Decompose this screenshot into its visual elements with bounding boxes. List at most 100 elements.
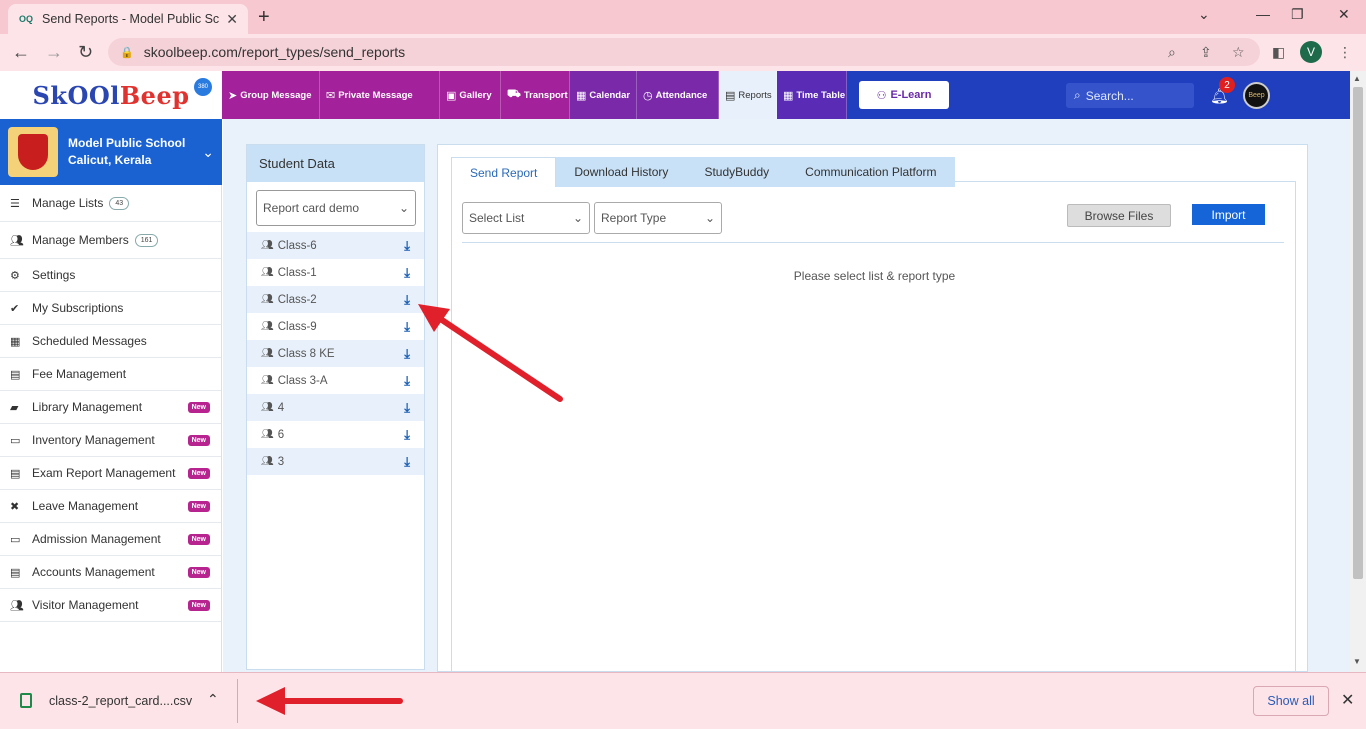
search-icon: ⌕	[1074, 88, 1081, 102]
scroll-down-icon[interactable]: ▼	[1353, 657, 1361, 666]
page-scrollbar[interactable]: ▲ ▼	[1350, 71, 1366, 672]
list-item-6[interactable]: 👥︎ 6 ⤓	[247, 421, 424, 448]
minimize-icon[interactable]: —	[1256, 6, 1270, 22]
sidebar-item-admission-management[interactable]: ▭ Admission Management New	[0, 523, 221, 556]
report-type-placeholder: Report Type	[601, 211, 667, 225]
nav-group-message[interactable]: ➤ Group Message	[222, 71, 320, 119]
download-icon[interactable]: ⤓	[404, 292, 410, 308]
tab-send-report[interactable]: Send Report	[451, 157, 557, 187]
report-type-dropdown[interactable]: Report Type ⌄	[594, 202, 722, 234]
sidebar-item-fee-management[interactable]: ▤ Fee Management	[0, 358, 221, 391]
lock-icon: 🔒	[120, 46, 134, 59]
tab-communication-platform[interactable]: Communication Platform	[787, 157, 954, 187]
list-item-class-8-ke[interactable]: 👥︎ Class 8 KE ⤓	[247, 340, 424, 367]
sidebar-item-label: Manage Lists	[32, 196, 104, 210]
download-icon[interactable]: ⤓	[404, 427, 410, 443]
gear-icon: ⚙	[10, 269, 20, 282]
nav-transport[interactable]: ⛟ Transport	[501, 71, 570, 119]
share-icon[interactable]: ⇪	[1200, 44, 1212, 61]
show-all-button[interactable]: Show all	[1253, 686, 1329, 716]
envelope-icon: ✉	[326, 89, 336, 102]
list-item-class-6[interactable]: 👥︎ Class-6 ⤓	[247, 232, 424, 259]
sidebar-item-settings[interactable]: ⚙ Settings	[0, 259, 221, 292]
list-item-class-9[interactable]: 👥︎ Class-9 ⤓	[247, 313, 424, 340]
sidebar-item-my-subscriptions[interactable]: ✔ My Subscriptions	[0, 292, 221, 325]
download-bar: class-2_report_card....csv ⌃ Show all ✕	[0, 672, 1366, 729]
class-label: Class 8 KE	[277, 347, 335, 360]
download-icon[interactable]: ⤓	[404, 373, 410, 389]
tab-studybuddy[interactable]: StudyBuddy	[686, 157, 787, 187]
list-item-4[interactable]: 👥︎ 4 ⤓	[247, 394, 424, 421]
list-item-3[interactable]: 👥︎ 3 ⤓	[247, 448, 424, 475]
url-field[interactable]: 🔒 skoolbeep.com/report_types/send_report…	[108, 38, 1260, 66]
nav-private-message[interactable]: ✉ Private Message	[320, 71, 440, 119]
users-icon: 👥︎	[261, 375, 274, 386]
tab-download-history[interactable]: Download History	[556, 157, 686, 187]
list-item-class-1[interactable]: 👥︎ Class-1 ⤓	[247, 259, 424, 286]
close-tab-icon[interactable]: ✕	[226, 11, 238, 28]
skoolbeep-logo[interactable]: SkOOl Beep	[0, 71, 222, 119]
chevron-up-icon[interactable]: ⌃	[207, 691, 219, 708]
download-icon[interactable]: ⤓	[404, 400, 410, 416]
side-panel-icon[interactable]: ◧	[1272, 44, 1285, 61]
user-avatar[interactable]: Beep	[1243, 82, 1270, 109]
spreadsheet-file-icon	[20, 693, 32, 708]
check-double-icon: ✔	[10, 302, 20, 315]
list-item-class-2[interactable]: 👥︎ Class-2 ⤓	[247, 286, 424, 313]
forward-icon[interactable]: →	[45, 42, 63, 63]
nav-label: Attendance	[655, 89, 708, 101]
sidebar-item-label: Exam Report Management	[32, 466, 176, 480]
elearn-button[interactable]: ⚇ E-Learn	[859, 81, 949, 109]
sidebar-item-manage-lists[interactable]: ☰ Manage Lists 43	[0, 185, 221, 222]
nav-time-table[interactable]: ▦ Time Table	[777, 71, 847, 119]
menu-kebab-icon[interactable]: ⋮	[1338, 44, 1352, 61]
school-switcher[interactable]: Model Public School Calicut, Kerala ⌄	[0, 119, 222, 185]
sidebar-item-inventory-management[interactable]: ▭ Inventory Management New	[0, 424, 221, 457]
nav-attendance[interactable]: ◷ Attendance	[637, 71, 719, 119]
new-tab-icon[interactable]: +	[258, 6, 270, 29]
search-input[interactable]: ⌕ Search...	[1066, 83, 1194, 108]
scroll-thumb[interactable]	[1353, 87, 1363, 579]
download-icon[interactable]: ⤓	[404, 238, 410, 254]
nav-reports[interactable]: ▤ Reports	[719, 71, 777, 119]
download-icon[interactable]: ⤓	[404, 454, 410, 470]
scroll-up-icon[interactable]: ▲	[1353, 74, 1361, 83]
sidebar-item-manage-members[interactable]: 👥︎ Manage Members 161	[0, 222, 221, 259]
restore-icon[interactable]: ❐	[1291, 6, 1304, 23]
sidebar-item-exam-report-management[interactable]: ▤ Exam Report Management New	[0, 457, 221, 490]
list-item-class-3-a[interactable]: 👥︎ Class 3-A ⤓	[247, 367, 424, 394]
sidebar-item-visitor-management[interactable]: 👥︎ Visitor Management New	[0, 589, 221, 622]
import-button[interactable]: Import	[1192, 204, 1265, 225]
count-badge: 43	[109, 196, 130, 210]
selected-report: Report card demo	[263, 201, 360, 215]
users-icon: 👥︎	[261, 456, 274, 467]
users-icon: 👥︎	[10, 234, 24, 247]
back-icon[interactable]: ←	[12, 42, 30, 63]
sidebar-item-leave-management[interactable]: ✖ Leave Management New	[0, 490, 221, 523]
close-window-icon[interactable]: ✕	[1338, 6, 1350, 23]
browse-files-button[interactable]: Browse Files	[1067, 204, 1171, 227]
new-badge: New	[187, 567, 210, 578]
reload-icon[interactable]: ↻	[78, 42, 93, 63]
sidebar-item-library-management[interactable]: ▰ Library Management New	[0, 391, 221, 424]
class-label: Class 3-A	[277, 374, 328, 387]
download-icon[interactable]: ⤓	[404, 265, 410, 281]
users-icon: 👥︎	[261, 321, 274, 332]
nav-gallery[interactable]: ▣ Gallery	[440, 71, 501, 119]
download-icon[interactable]: ⤓	[404, 319, 410, 335]
report-card-select[interactable]: Report card demo ⌄	[256, 190, 416, 226]
profile-avatar[interactable]: V	[1300, 41, 1322, 63]
bookmark-star-icon[interactable]: ☆	[1232, 44, 1245, 61]
browser-tab[interactable]: OQ Send Reports - Model Public Sch ✕	[8, 4, 248, 34]
report-tabs: Send Report Download History StudyBuddy …	[451, 157, 955, 187]
select-list-dropdown[interactable]: Select List ⌄	[462, 202, 590, 234]
sidebar-item-label: Manage Members	[32, 233, 129, 247]
tab-search-chevron-icon[interactable]: ⌄	[1198, 6, 1210, 23]
zoom-icon[interactable]: ⌕	[1168, 44, 1176, 61]
nav-calendar[interactable]: ▦ Calendar	[570, 71, 637, 119]
downloaded-file-name[interactable]: class-2_report_card....csv	[49, 694, 192, 708]
sidebar-item-accounts-management[interactable]: ▤ Accounts Management New	[0, 556, 221, 589]
close-icon[interactable]: ✕	[1341, 690, 1354, 710]
sidebar-item-scheduled-messages[interactable]: ▦ Scheduled Messages	[0, 325, 221, 358]
download-icon[interactable]: ⤓	[404, 346, 410, 362]
